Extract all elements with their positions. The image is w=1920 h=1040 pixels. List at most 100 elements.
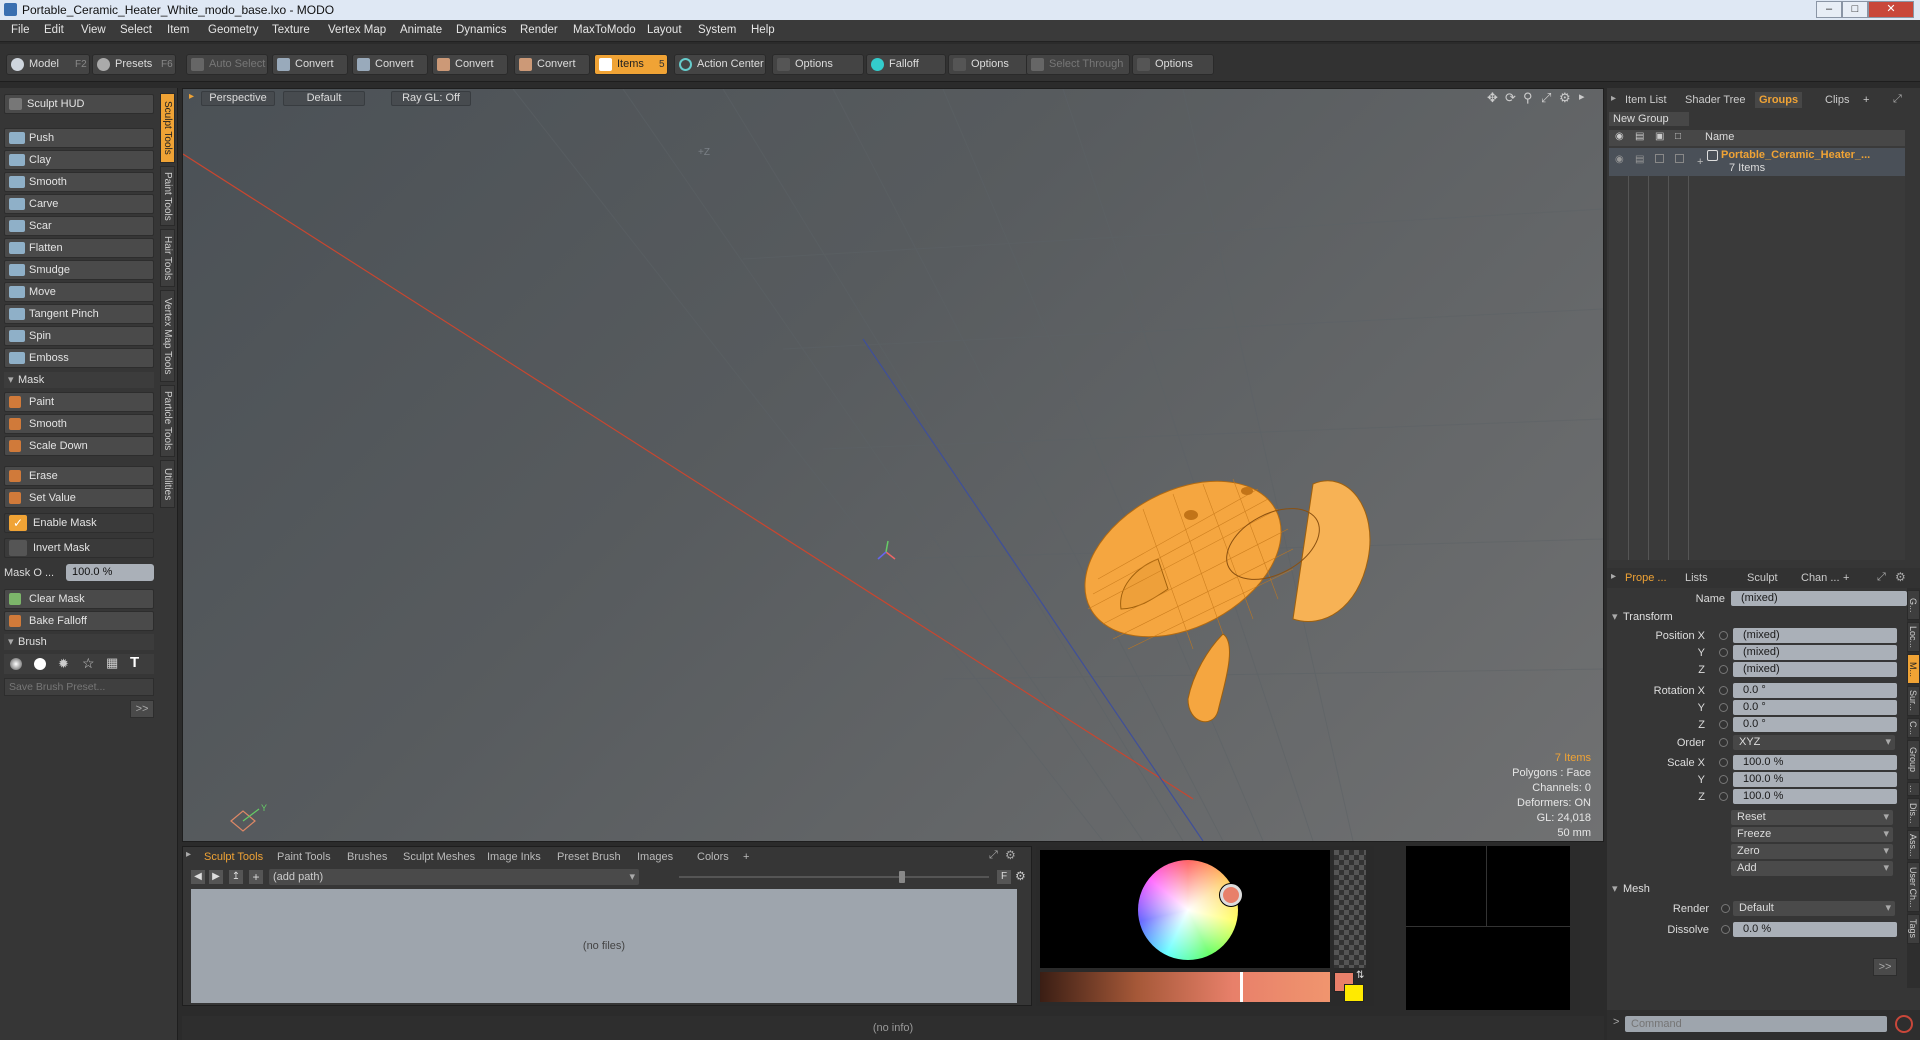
tool-smooth-button[interactable]: Smooth — [4, 172, 154, 192]
path-dropdown[interactable]: (add path) ▾ — [269, 869, 639, 885]
group-name[interactable]: Portable_Ceramic_Heater_... — [1721, 149, 1870, 161]
erase-mask-button[interactable]: Erase — [4, 466, 154, 486]
menu-maxtomodo[interactable]: MaxToModo — [573, 24, 636, 36]
tab-channels[interactable]: Chan ... — [1801, 570, 1840, 586]
tab-paint-tools[interactable]: Paint Tools — [160, 166, 175, 226]
alpha-slider[interactable] — [1334, 850, 1366, 968]
side-tab-user-ch[interactable]: User Ch... — [1907, 862, 1920, 912]
side-tab-more[interactable]: ... — [1907, 782, 1920, 796]
freeze-dropdown[interactable]: Freeze — [1731, 827, 1893, 842]
falloff-options-button[interactable]: Options — [948, 54, 1028, 75]
panel-menu-arrow-icon[interactable]: ▸ — [186, 849, 191, 860]
tab-properties[interactable]: Prope ... — [1625, 570, 1667, 586]
select-through-button[interactable]: Select Through — [1026, 54, 1130, 75]
select-icon[interactable]: □ — [1675, 131, 1681, 142]
menu-view[interactable]: View — [81, 24, 106, 36]
side-tab-ass[interactable]: Ass... — [1907, 830, 1920, 860]
row-render-icon[interactable]: ▤ — [1635, 154, 1644, 165]
text-brush-icon[interactable]: T — [130, 654, 139, 671]
menu-vertex-map[interactable]: Vertex Map — [328, 24, 386, 36]
tab-item-list[interactable]: Item List — [1625, 92, 1667, 108]
tool-carve-button[interactable]: Carve — [4, 194, 154, 214]
convert-materials-button[interactable]: Convert — [514, 54, 590, 75]
action-center-button[interactable]: Action Center — [674, 54, 766, 75]
properties-settings-icon[interactable]: ⚙ — [1895, 570, 1906, 584]
tool-emboss-button[interactable]: Emboss — [4, 348, 154, 368]
tool-tangent-pinch-button[interactable]: Tangent Pinch — [4, 304, 154, 324]
auto-select-button[interactable]: Auto Select — [186, 54, 268, 75]
menu-geometry[interactable]: Geometry — [208, 24, 259, 36]
scale-x-field[interactable]: 100.0 % — [1733, 755, 1897, 770]
color-wheel[interactable] — [1138, 860, 1238, 960]
rotation-x-field[interactable]: 0.0 ° — [1733, 683, 1897, 698]
menu-edit[interactable]: Edit — [44, 24, 64, 36]
rotation-y-field[interactable]: 0.0 ° — [1733, 700, 1897, 715]
tab-groups[interactable]: Groups — [1755, 92, 1803, 108]
right-panel-expand-icon[interactable]: ⤢ — [1893, 93, 1902, 106]
convert-edges-button[interactable]: Convert — [352, 54, 428, 75]
tab-utilities[interactable]: Utilities — [160, 460, 175, 508]
soft-brush-icon[interactable] — [10, 658, 22, 670]
thumbnail-size-slider[interactable] — [679, 876, 989, 878]
tool-push-button[interactable]: Push — [4, 128, 154, 148]
command-input[interactable] — [1625, 1016, 1887, 1032]
tool-scar-button[interactable]: Scar — [4, 216, 154, 236]
menu-render[interactable]: Render — [520, 24, 558, 36]
falloff-button[interactable]: Falloff — [866, 54, 946, 75]
reset-dropdown[interactable]: Reset — [1731, 810, 1893, 825]
action-center-options-button[interactable]: Options — [772, 54, 864, 75]
row-eye-icon[interactable]: ◉ — [1615, 154, 1624, 165]
render-dropdown[interactable]: Default — [1733, 901, 1895, 916]
name-column-header[interactable]: Name — [1705, 131, 1734, 143]
properties-arrow-icon[interactable]: ▸ — [1611, 571, 1616, 582]
position-z-field[interactable]: (mixed) — [1733, 662, 1897, 677]
parent-folder-icon[interactable]: ↥ — [229, 870, 243, 884]
expand-plus-icon[interactable]: + — [1697, 156, 1703, 168]
tab-sculpt-tools-bottom[interactable]: Sculpt Tools — [204, 849, 263, 865]
panel-settings-icon[interactable]: ⚙ — [1005, 848, 1016, 862]
tool-flatten-button[interactable]: Flatten — [4, 238, 154, 258]
secondary-color-swatch[interactable] — [1344, 984, 1364, 1002]
items-mode-button[interactable]: Items 5 — [594, 54, 668, 75]
tab-image-inks[interactable]: Image Inks — [487, 849, 541, 865]
name-field[interactable]: (mixed) — [1731, 591, 1907, 606]
value-gradient-bar[interactable] — [1040, 972, 1330, 1002]
heater-model[interactable] — [1058, 450, 1371, 723]
tab-clips[interactable]: Clips — [1825, 92, 1849, 108]
model-mode-button[interactable]: Model F2 — [6, 54, 90, 75]
side-tab-tags[interactable]: Tags — [1907, 914, 1920, 944]
left-more-button[interactable]: >> — [130, 700, 154, 718]
tab-sculpt-tools[interactable]: Sculpt Tools — [160, 93, 175, 163]
tab-particle-tools[interactable]: Particle Tools — [160, 385, 175, 457]
tab-shader-tree[interactable]: Shader Tree — [1685, 92, 1746, 108]
tab-colors[interactable]: Colors — [697, 849, 729, 865]
row-lock-icon[interactable] — [1655, 154, 1664, 163]
menu-texture[interactable]: Texture — [272, 24, 310, 36]
tab-sculpt-meshes[interactable]: Sculpt Meshes — [403, 849, 475, 865]
menu-select[interactable]: Select — [120, 24, 152, 36]
add-tab-button[interactable]: + — [743, 849, 749, 865]
value-marker[interactable] — [1240, 972, 1243, 1002]
splat-brush-icon[interactable]: ✹ — [58, 656, 69, 672]
filter-button[interactable]: F — [997, 870, 1011, 884]
row-select-icon[interactable] — [1675, 154, 1684, 163]
group-row[interactable]: ◉ ▤ + Portable_Ceramic_Heater_... 7 Item… — [1609, 148, 1905, 176]
mask-paint-button[interactable]: Paint — [4, 392, 154, 412]
menu-animate[interactable]: Animate — [400, 24, 442, 36]
3d-viewport[interactable]: ▸ Perspective Default Ray GL: Off ✥ ⟳ ⚲ … — [182, 88, 1604, 842]
tab-hair-tools[interactable]: Hair Tools — [160, 229, 175, 287]
mask-section-header[interactable]: Mask — [4, 372, 154, 388]
color-selector-handle[interactable] — [1220, 884, 1242, 906]
tab-paint-tools-bottom[interactable]: Paint Tools — [277, 849, 331, 865]
add-prop-tab-button[interactable]: + — [1843, 570, 1849, 586]
presets-button[interactable]: Presets F6 — [92, 54, 176, 75]
menu-system[interactable]: System — [698, 24, 736, 36]
visibility-eye-icon[interactable]: ◉ — [1615, 131, 1624, 142]
set-value-button[interactable]: Set Value — [4, 488, 154, 508]
select-through-options-button[interactable]: Options — [1132, 54, 1214, 75]
add-right-tab-button[interactable]: + — [1863, 92, 1869, 108]
position-x-field[interactable]: (mixed) — [1733, 628, 1897, 643]
new-group-button[interactable]: New Group — [1609, 112, 1689, 126]
groups-panel-arrow-icon[interactable]: ▸ — [1611, 93, 1616, 104]
menu-dynamics[interactable]: Dynamics — [456, 24, 506, 36]
